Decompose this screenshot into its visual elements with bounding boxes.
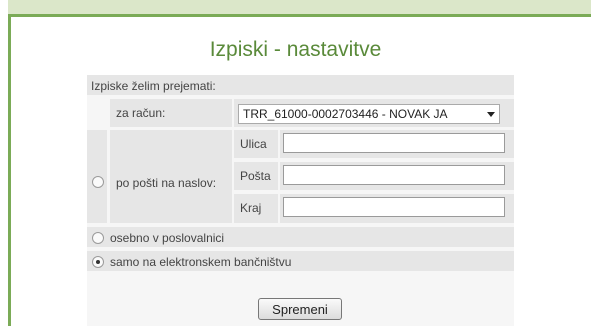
branch-option-label: osebno v poslovalnici — [110, 231, 225, 245]
account-select-value: TRR_61000-0002703446 - NOVAK JA — [243, 107, 448, 121]
street-label: Ulica — [240, 137, 267, 151]
city-input[interactable] — [283, 197, 505, 217]
mail-radio[interactable] — [92, 176, 104, 188]
chevron-down-icon — [487, 112, 495, 117]
account-label: za račun: — [116, 106, 166, 120]
street-input[interactable] — [283, 133, 505, 153]
form-heading: Izpiske želim prejemati: — [91, 79, 216, 93]
mail-option-label: po pošti na naslov: — [116, 176, 217, 190]
submit-button[interactable]: Spremeni — [258, 298, 342, 320]
city-label: Kraj — [240, 201, 262, 215]
post-label: Pošta — [240, 169, 271, 183]
post-input[interactable] — [283, 165, 505, 185]
ebank-option-label: samo na elektronskem bančništvu — [110, 255, 292, 269]
account-select[interactable]: TRR_61000-0002703446 - NOVAK JA — [238, 104, 500, 124]
ebank-radio[interactable] — [92, 256, 104, 268]
branch-radio[interactable] — [92, 232, 104, 244]
page-title: Izpiski - nastavitve — [209, 38, 382, 61]
